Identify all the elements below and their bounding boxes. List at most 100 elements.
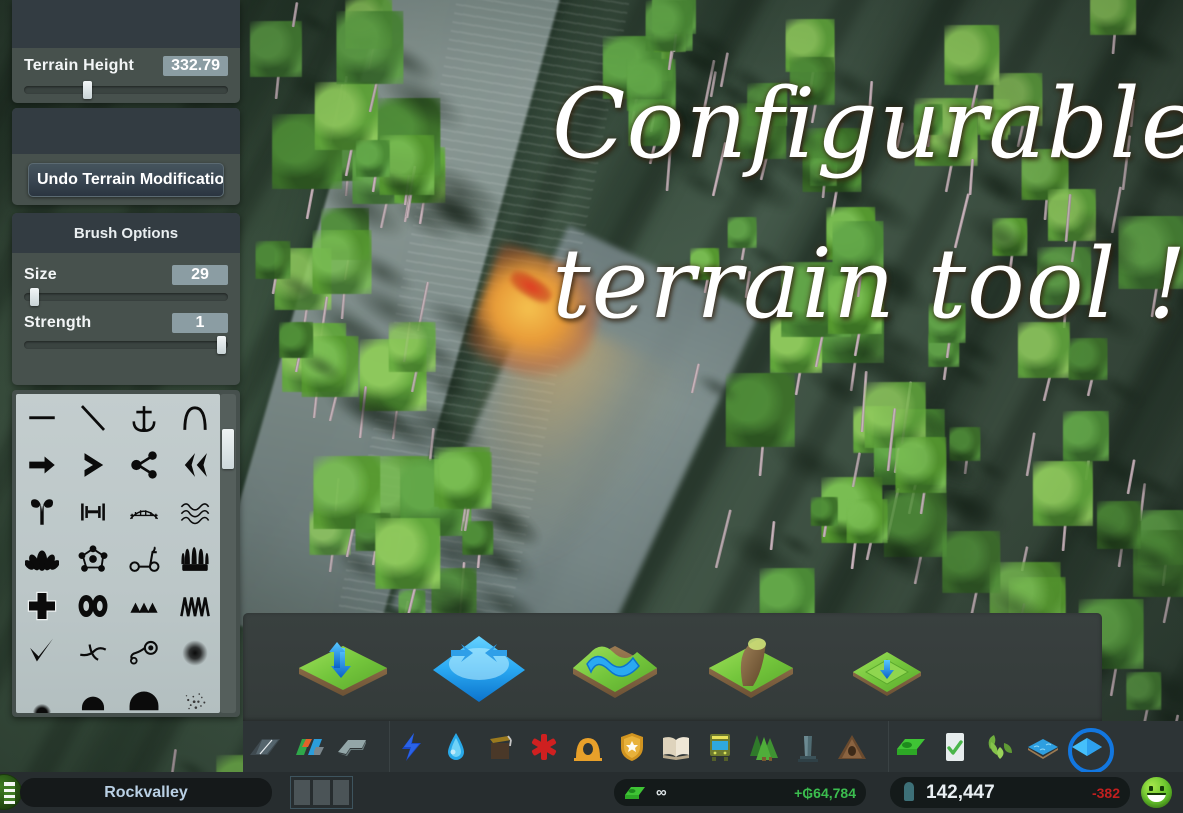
terrain-height-slider-thumb[interactable] [82, 81, 92, 99]
undo-panel: Undo Terrain Modification [12, 108, 240, 205]
soft-dot-brush-icon[interactable] [169, 629, 220, 676]
water-terrain-tool[interactable] [835, 628, 939, 706]
population-count: 142,447 [926, 781, 995, 803]
toolbar-group-infrastructure [243, 721, 375, 772]
unique-buildings-icon[interactable] [786, 721, 830, 772]
brush-strength-slider-thumb[interactable] [217, 336, 227, 354]
speed-bar-3[interactable] [332, 780, 349, 805]
brush-strength-slider[interactable] [24, 336, 228, 354]
level-terrain-tool[interactable] [427, 628, 531, 706]
line-horizontal-brush-icon[interactable] [16, 394, 67, 441]
toolbar-gap-2 [874, 721, 888, 772]
crown-spikes-brush-icon[interactable] [169, 535, 220, 582]
terrain-icon[interactable] [1021, 721, 1065, 772]
medium-blob-brush-icon[interactable] [67, 676, 118, 713]
small-blob-brush-icon[interactable] [16, 676, 67, 713]
simulation-speed-control[interactable] [290, 776, 353, 809]
garbage-icon[interactable] [478, 721, 522, 772]
brush-strength-value: 1 [172, 313, 228, 333]
undo-terrain-modification-button[interactable]: Undo Terrain Modification [28, 163, 224, 197]
triangles-brush-icon[interactable] [118, 582, 169, 629]
happiness-eye-left [1149, 786, 1153, 791]
population-icon [904, 781, 914, 801]
arch-brush-icon[interactable] [169, 394, 220, 441]
share-nodes-brush-icon[interactable] [118, 441, 169, 488]
happiness-mouth [1147, 793, 1166, 802]
parks-plazas-icon[interactable] [742, 721, 786, 772]
economy-icon[interactable] [889, 721, 933, 772]
chevron-right-brush-icon[interactable] [67, 441, 118, 488]
happiness-indicator[interactable] [1141, 777, 1172, 808]
terrain-selected-icon[interactable] [1065, 721, 1114, 774]
policies-icon[interactable] [933, 721, 977, 772]
landscaping-icon[interactable] [830, 721, 874, 772]
water-sewage-icon[interactable] [434, 721, 478, 772]
main-toolbar [243, 721, 1183, 774]
large-dome-brush-icon[interactable] [118, 676, 169, 713]
police-icon[interactable] [610, 721, 654, 772]
brush-size-value: 29 [172, 265, 228, 285]
terrain-height-value: 332.79 [163, 56, 228, 76]
shift-terrain-tool[interactable] [291, 628, 395, 706]
happiness-eye-right [1160, 786, 1164, 791]
terrain-height-panel-header [12, 0, 240, 48]
anchor-brush-icon[interactable] [118, 394, 169, 441]
city-name-field[interactable]: Rockvalley [20, 778, 272, 807]
brush-options-panel: Brush Options Size 29 Strength 1 [12, 213, 240, 385]
zigzag-brush-icon[interactable] [169, 582, 220, 629]
districts-icon[interactable] [331, 721, 375, 772]
brush-grid-scrollbar-thumb[interactable] [222, 429, 234, 469]
healthcare-icon[interactable] [522, 721, 566, 772]
public-transport-icon[interactable] [698, 721, 742, 772]
brush-strength-row: Strength 1 [24, 313, 228, 333]
brush-grid-scrollbar[interactable] [220, 394, 236, 713]
electricity-icon[interactable] [390, 721, 434, 772]
crossed-lines-brush-icon[interactable] [67, 629, 118, 676]
natural-resources-icon[interactable] [977, 721, 1021, 772]
noise-speckle-brush-icon[interactable] [169, 676, 220, 713]
brush-shape-grid-viewport [16, 394, 220, 713]
infinity-brush-icon[interactable] [67, 582, 118, 629]
lotus-brush-icon[interactable] [16, 535, 67, 582]
soften-terrain-tool[interactable] [699, 628, 803, 706]
terrain-height-row: Terrain Height 332.79 [24, 56, 228, 76]
promo-headline: Configurable terrain tool ! [552, 44, 1183, 364]
waves-brush-icon[interactable] [169, 488, 220, 535]
brush-options-body: Size 29 Strength 1 [12, 253, 240, 354]
terrain-height-slider[interactable] [24, 81, 228, 99]
toolbar-gap-1 [375, 721, 389, 772]
education-icon[interactable] [654, 721, 698, 772]
population-delta: -382 [1091, 784, 1120, 801]
brush-size-slider[interactable] [24, 288, 228, 306]
slope-terrain-tool[interactable] [563, 628, 667, 706]
bridge-brush-icon[interactable] [118, 488, 169, 535]
double-chevron-left-brush-icon[interactable] [169, 441, 220, 488]
barbell-brush-icon[interactable] [67, 488, 118, 535]
brush-shape-grid[interactable] [16, 394, 220, 713]
terrain-height-label: Terrain Height [24, 57, 135, 74]
toolbar-group-management [889, 721, 1114, 774]
money-panel[interactable]: ∞ +₲64,784 [614, 779, 866, 806]
brush-shape-grid-panel [12, 390, 240, 717]
terrain-height-body: Terrain Height 332.79 [12, 48, 240, 99]
molecule-brush-icon[interactable] [67, 535, 118, 582]
terrain-height-panel: Terrain Height 332.79 [12, 0, 240, 103]
scooter-brush-icon[interactable] [118, 535, 169, 582]
line-diagonal-brush-icon[interactable] [67, 394, 118, 441]
steam-brush-icon[interactable] [118, 629, 169, 676]
checkmark-brush-icon[interactable] [16, 629, 67, 676]
cross-brush-icon[interactable] [16, 582, 67, 629]
speed-bar-1[interactable] [294, 780, 311, 805]
brush-strength-label: Strength [24, 314, 92, 331]
brush-size-slider-thumb[interactable] [29, 288, 39, 306]
brush-size-row: Size 29 [24, 265, 228, 285]
roads-icon[interactable] [243, 721, 287, 772]
fire-department-icon[interactable] [566, 721, 610, 772]
population-panel[interactable]: 142,447 -382 [890, 777, 1130, 808]
speed-bar-2[interactable] [313, 780, 330, 805]
game-screen: Configurable terrain tool ! Terrain Heig… [0, 0, 1183, 813]
arrow-right-brush-icon[interactable] [16, 441, 67, 488]
money-amount: +₲64,784 [794, 784, 856, 801]
zoning-icon[interactable] [287, 721, 331, 772]
aries-brush-icon[interactable] [16, 488, 67, 535]
